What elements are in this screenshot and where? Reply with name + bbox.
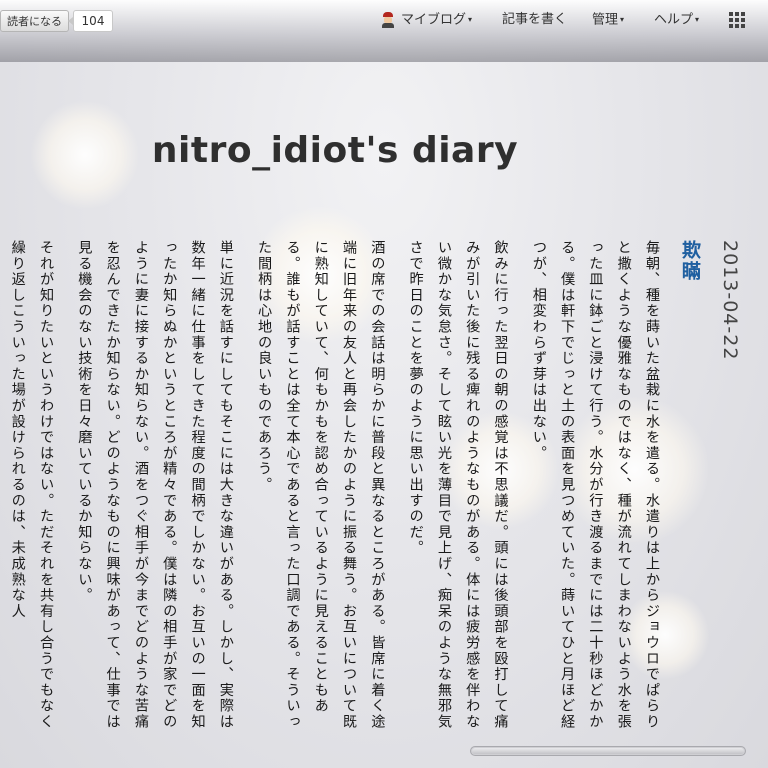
dropdown-caret-icon: ▾ <box>468 15 473 24</box>
entry-title[interactable]: 欺瞞 <box>676 240 704 745</box>
nav-write-entry[interactable]: 記事を書く <box>502 0 567 40</box>
global-header: 読者になる 104 マイブログ ▾ 記事を書く 管理 ▾ ヘルプ ▾ <box>0 0 768 62</box>
nav-help[interactable]: ヘルプ ▾ <box>654 0 699 40</box>
entry-article: 2013-04-22 欺瞞 毎朝、種を蒔いた盆栽に水を遣る。水遣りは上からジョウ… <box>0 240 744 745</box>
reader-count-badge: 104 <box>68 10 113 32</box>
subscribe-button[interactable]: 読者になる <box>0 10 69 32</box>
nav-help-label: ヘルプ <box>654 12 694 28</box>
blog-title[interactable]: nitro_idiot's diary <box>0 130 670 171</box>
nav-my-blog-label: マイブログ <box>401 12 467 28</box>
scrollbar-thumb[interactable] <box>472 748 744 754</box>
entry-paragraph: 毎朝、種を蒔いた盆栽に水を遣る。水遣りは上からジョウロでぱらりと撒くような優雅な… <box>530 240 660 730</box>
nav-manage[interactable]: 管理 ▾ <box>592 0 624 40</box>
entry-paragraph: それが知りたいというわけではない。ただそれを共有し合うでもなく繰り返しこういった… <box>9 240 55 730</box>
dropdown-caret-icon: ▾ <box>620 15 625 24</box>
entry-paragraph: 飲みに行った翌日の朝の感覚は不思議だ。頭には後頭部を殴打して痛みが引いた後に残る… <box>407 240 509 730</box>
entry-paragraph: 酒の席での会話は明らかに普段と異なるところがある。皆席に着く途端に旧年来の友人と… <box>256 240 386 730</box>
nav-my-blog[interactable]: マイブログ ▾ <box>380 0 472 40</box>
nav-manage-label: 管理 <box>592 12 619 28</box>
apps-grid-icon[interactable] <box>729 12 745 28</box>
dropdown-caret-icon: ▾ <box>695 15 700 24</box>
user-avatar-icon <box>380 12 396 28</box>
entry-date[interactable]: 2013-04-22 <box>716 240 744 745</box>
horizontal-scrollbar[interactable] <box>470 746 746 756</box>
entry-paragraph: 単に近況を話すにしてもそこには大きな違いがある。しかし、実際は数年一緒に仕事をし… <box>76 240 234 730</box>
